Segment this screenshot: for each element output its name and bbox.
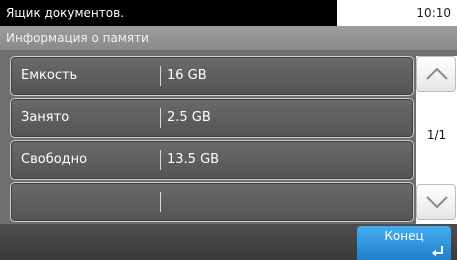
row-label: Свободно: [21, 152, 88, 167]
row-value: 2.5 GB: [167, 110, 211, 125]
end-button[interactable]: Конец: [357, 226, 451, 260]
status-bar: Ящик документов. 10:10: [0, 0, 457, 26]
row-divider: [160, 66, 161, 86]
memory-info-screen: Ящик документов. 10:10 Информация о памя…: [0, 0, 457, 260]
status-title: Ящик документов.: [0, 0, 337, 26]
row-label: Емкость: [21, 68, 78, 83]
row-divider: [160, 150, 161, 170]
row-value: 16 GB: [167, 68, 207, 83]
enter-icon: [432, 246, 443, 257]
memory-list: Емкость 16 GB Занято 2.5 GB Свободно 13.…: [0, 50, 457, 224]
row-divider: [160, 108, 161, 128]
pager: 1/1: [416, 56, 457, 224]
row-free: Свободно 13.5 GB: [10, 140, 414, 180]
page-indicator: 1/1: [426, 128, 447, 142]
footer-bar: Конец: [0, 224, 457, 260]
chevron-up-icon: [426, 67, 448, 80]
row-label: Занято: [21, 110, 70, 125]
row-value: 13.5 GB: [167, 152, 220, 167]
end-button-label: Конец: [384, 229, 424, 243]
page-down-button[interactable]: [416, 184, 456, 220]
page-up-button[interactable]: [416, 56, 456, 92]
page-title: Информация о памяти: [0, 26, 457, 50]
chevron-down-icon: [426, 196, 448, 209]
row-divider: [160, 192, 161, 212]
row-used: Занято 2.5 GB: [10, 98, 414, 138]
clock: 10:10: [416, 6, 451, 20]
row-empty: [10, 182, 414, 222]
row-capacity: Емкость 16 GB: [10, 56, 414, 96]
